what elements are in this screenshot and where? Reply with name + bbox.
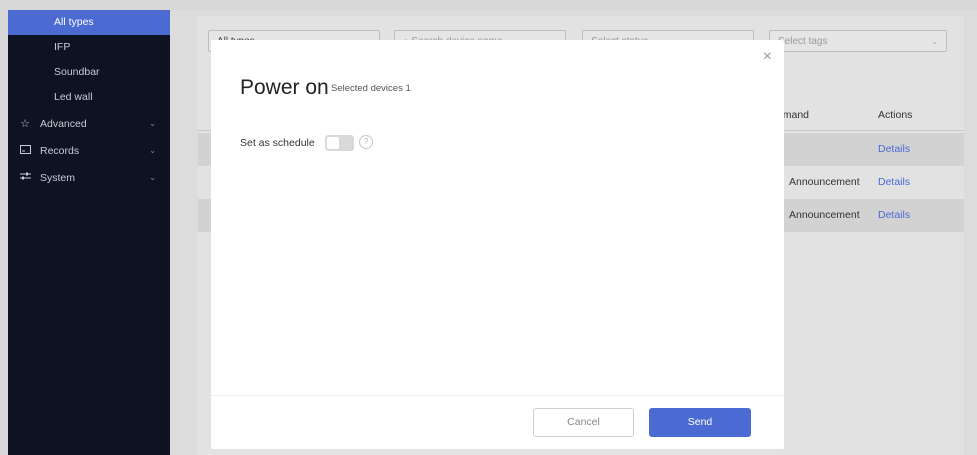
chevron-down-icon: ⌄ <box>149 119 156 128</box>
sidebar-group-records[interactable]: Records ⌄ <box>8 137 170 164</box>
power-on-dialog: × Power on Selected devices 1 Set as sch… <box>211 40 784 449</box>
star-icon: ☆ <box>20 118 30 130</box>
column-header-actions: Actions <box>878 109 913 121</box>
sidebar-group-system[interactable]: System ⌄ <box>8 164 170 191</box>
cancel-button[interactable]: Cancel <box>533 408 634 437</box>
details-link[interactable]: Details <box>878 209 910 221</box>
chevron-down-icon: ⌄ <box>149 173 156 182</box>
chevron-down-icon: ⌄ <box>149 146 156 155</box>
help-icon[interactable]: ? <box>359 135 373 149</box>
command-cell: Announcement <box>789 176 860 188</box>
tags-select[interactable]: Select tags ⌄ <box>769 30 947 52</box>
command-cell: Announcement <box>789 209 860 221</box>
send-button[interactable]: Send <box>649 408 751 437</box>
sidebar-item-led-wall[interactable]: Led wall <box>8 85 170 110</box>
chevron-down-icon: ⌄ <box>931 37 938 46</box>
details-link[interactable]: Details <box>878 176 910 188</box>
close-icon[interactable]: × <box>763 48 772 66</box>
schedule-toggle[interactable] <box>325 135 354 151</box>
dialog-title: Power on <box>240 76 329 99</box>
tags-placeholder: Select tags <box>778 36 828 47</box>
toggle-knob <box>327 137 339 149</box>
records-icon <box>18 144 32 157</box>
dialog-footer-divider <box>211 395 784 396</box>
sidebar-group-label: Records <box>40 144 80 157</box>
sidebar-item-all-types[interactable]: All types <box>8 10 170 35</box>
sidebar-group-advanced[interactable]: ☆ Advanced ⌄ <box>8 110 170 137</box>
schedule-label: Set as schedule <box>240 137 315 149</box>
dialog-subtitle: Selected devices 1 <box>331 83 411 94</box>
sidebar-item-soundbar[interactable]: Soundbar <box>8 60 170 85</box>
sidebar-group-label: System <box>40 171 76 184</box>
sidebar-group-label: Advanced <box>40 117 87 130</box>
sidebar: All types IFP Soundbar Led wall ☆ Advanc… <box>8 10 170 455</box>
sidebar-item-ifp[interactable]: IFP <box>8 35 170 60</box>
sliders-icon <box>18 172 32 184</box>
details-link[interactable]: Details <box>878 143 910 155</box>
